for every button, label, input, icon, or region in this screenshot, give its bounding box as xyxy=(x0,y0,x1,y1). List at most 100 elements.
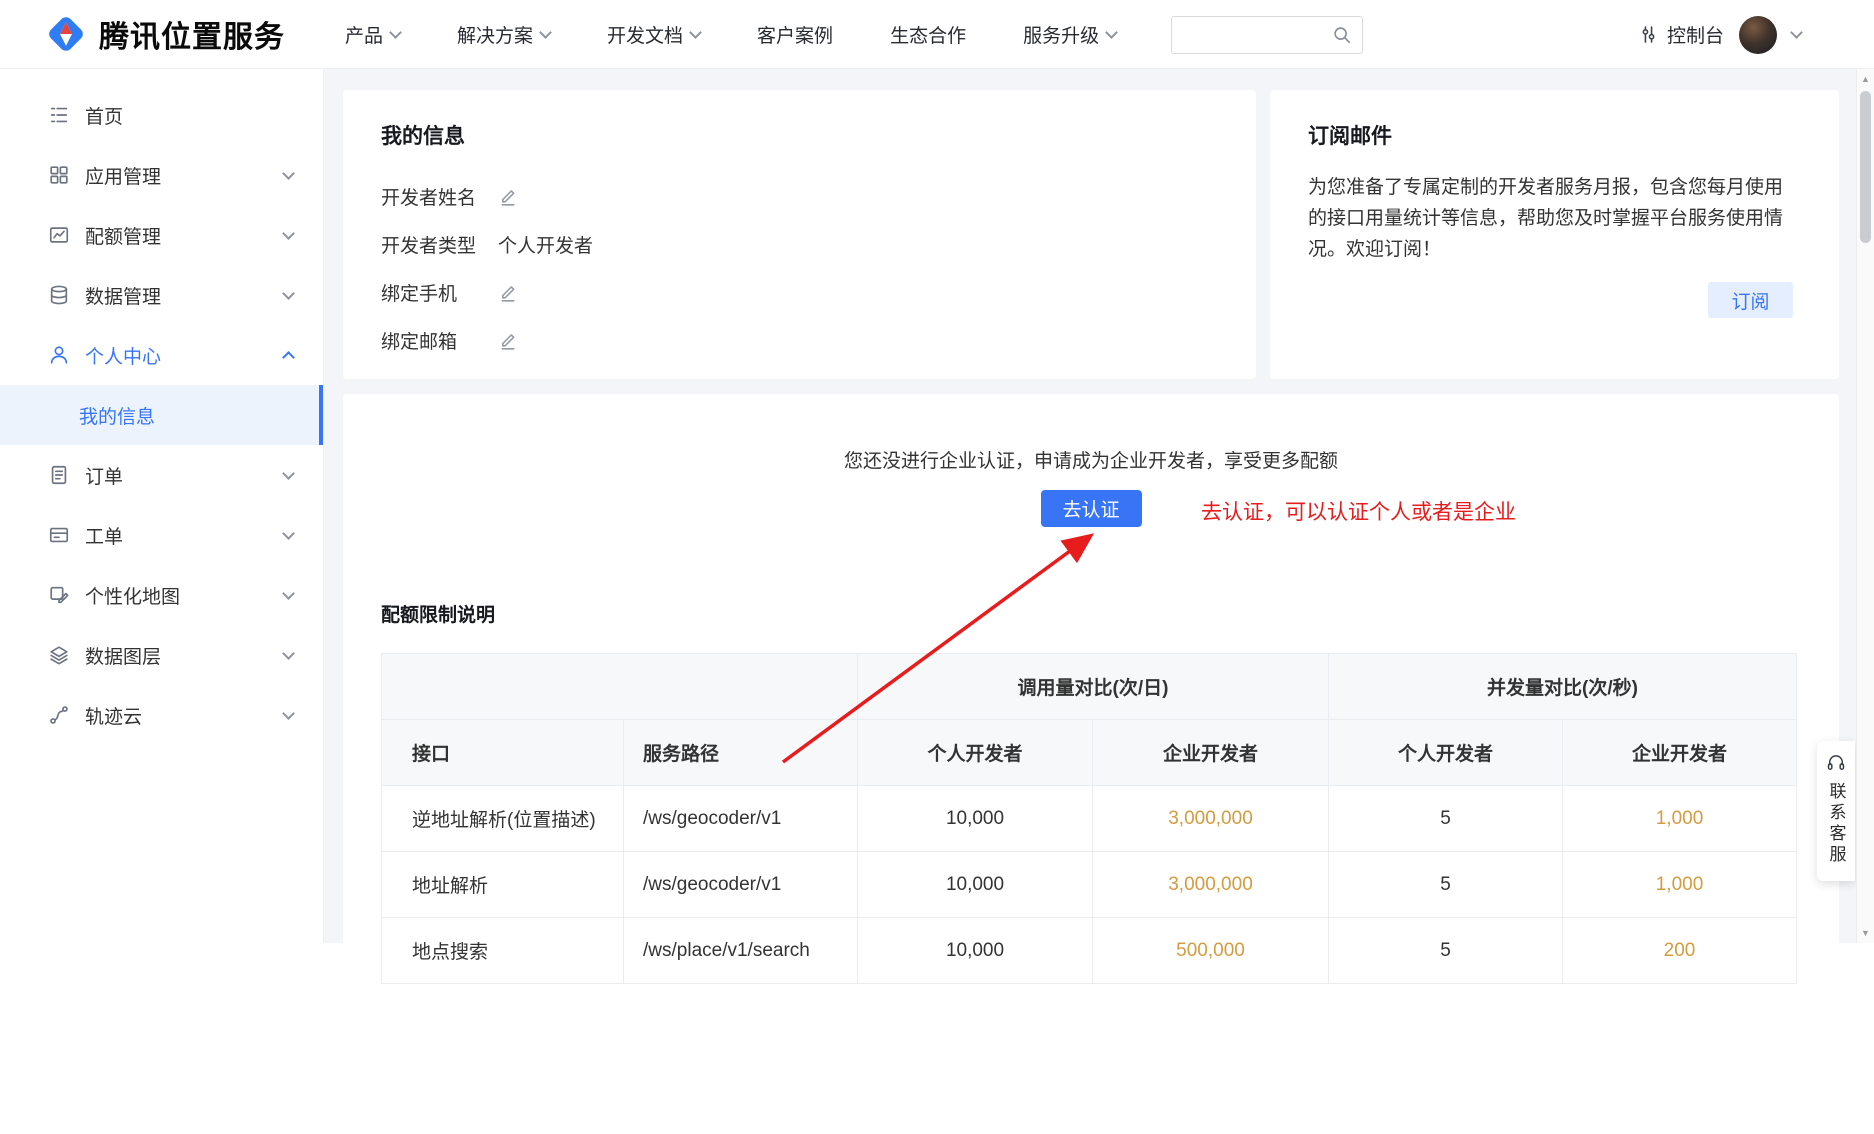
quota-col-header: 企业开发者 xyxy=(1093,720,1329,786)
nav-item-label: 产品 xyxy=(345,21,383,48)
chevron-down-icon xyxy=(282,527,295,540)
scrollbar[interactable]: ▲ ▼ xyxy=(1856,69,1874,943)
quota-row: 地点搜索 /ws/place/v1/search 10,000 500,000 … xyxy=(382,918,1797,984)
console-sliders-icon xyxy=(1638,24,1659,45)
nav-item-label: 生态合作 xyxy=(890,21,966,48)
quota-col-header: 接口 xyxy=(382,720,624,786)
certification-quota-card: 您还没进行企业认证，申请成为企业开发者，享受更多配额 去认证 去认证，可以认证个… xyxy=(343,394,1839,1134)
sidebar-item-data-management[interactable]: 数据管理 xyxy=(0,265,323,325)
console-label: 控制台 xyxy=(1667,21,1724,48)
sidebar-item-home[interactable]: 首页 xyxy=(0,85,323,145)
edit-pencil-icon[interactable] xyxy=(498,186,519,207)
sidebar-item-data-layers[interactable]: 数据图层 xyxy=(0,625,323,685)
quota-section-title: 配额限制说明 xyxy=(381,600,1839,627)
quota-cell-path: /ws/geocoder/v1 xyxy=(624,786,858,852)
quota-table: 调用量对比(次/日) 并发量对比(次/秒) 接口 服务路径 个人开发者 企业开发… xyxy=(381,653,1797,984)
quota-cell-personal-concurrency: 5 xyxy=(1329,918,1563,984)
chevron-down-icon xyxy=(282,167,295,180)
chevron-down-icon[interactable] xyxy=(1790,26,1803,39)
quota-row: 地址解析 /ws/geocoder/v1 10,000 3,000,000 5 … xyxy=(382,852,1797,918)
brand[interactable]: 腾讯位置服务 xyxy=(44,12,285,56)
chevron-down-icon xyxy=(282,707,295,720)
scrollbar-thumb[interactable] xyxy=(1860,91,1871,243)
quota-cell-path: /ws/place/v1/search xyxy=(624,918,858,984)
quota-chart-icon xyxy=(48,224,70,246)
certify-button-row: 去认证 xyxy=(343,490,1839,527)
sidebar: 首页 应用管理 配额管理 数据管理 个人中心 我的信息 订单 xyxy=(0,69,324,943)
subscribe-button[interactable]: 订阅 xyxy=(1708,282,1793,318)
quota-cell-personal-concurrency: 5 xyxy=(1329,786,1563,852)
home-list-icon xyxy=(48,104,70,126)
edit-pencil-icon[interactable] xyxy=(498,330,519,351)
quota-cell-api: 地址解析 xyxy=(382,852,624,918)
quota-group-header-row: 调用量对比(次/日) 并发量对比(次/秒) xyxy=(382,654,1797,720)
sidebar-item-work-orders[interactable]: 工单 xyxy=(0,505,323,565)
nav-item-label: 服务升级 xyxy=(1023,21,1099,48)
nav-item-label: 客户案例 xyxy=(757,21,833,48)
nav-item-service-upgrade[interactable]: 服务升级 xyxy=(1023,21,1116,48)
annotation-text: 去认证，可以认证个人或者是企业 xyxy=(1201,494,1516,531)
chevron-down-icon xyxy=(539,26,552,39)
field-developer-name: 开发者姓名 xyxy=(343,172,1256,220)
chevron-down-icon xyxy=(689,26,702,39)
search-icon[interactable] xyxy=(1331,24,1353,46)
subscribe-card-body: 为您准备了专属定制的开发者服务月报，包含您每月使用的接口用量统计等信息，帮助您及… xyxy=(1308,172,1801,265)
contact-service-widget[interactable]: 联系客服 xyxy=(1817,741,1855,881)
certification-prompt: 您还没进行企业认证，申请成为企业开发者，享受更多配额 xyxy=(343,394,1839,473)
scrollbar-down-arrow[interactable]: ▼ xyxy=(1857,928,1874,938)
database-icon xyxy=(48,284,70,306)
quota-cell-api: 地点搜索 xyxy=(382,918,624,984)
quota-corner-cell xyxy=(382,654,858,720)
sidebar-item-personal-center[interactable]: 个人中心 xyxy=(0,325,323,385)
quota-col-header: 个人开发者 xyxy=(858,720,1093,786)
work-order-icon xyxy=(48,524,70,546)
search-box[interactable] xyxy=(1171,16,1363,54)
apps-grid-icon xyxy=(48,164,70,186)
quota-group-daily: 调用量对比(次/日) xyxy=(858,654,1329,720)
nav-item-dev-docs[interactable]: 开发文档 xyxy=(607,21,700,48)
custom-map-icon xyxy=(48,584,70,606)
sidebar-item-quota-management[interactable]: 配额管理 xyxy=(0,205,323,265)
navbar-right-cluster: 控制台 xyxy=(1638,0,1801,69)
scrollbar-up-arrow[interactable]: ▲ xyxy=(1857,74,1874,84)
sidebar-item-orders[interactable]: 订单 xyxy=(0,445,323,505)
nav-item-products[interactable]: 产品 xyxy=(345,21,400,48)
track-route-icon xyxy=(48,704,70,726)
quota-col-header: 个人开发者 xyxy=(1329,720,1563,786)
avatar[interactable] xyxy=(1739,16,1777,54)
quota-cell-enterprise-concurrency: 1,000 xyxy=(1563,786,1797,852)
field-bound-phone: 绑定手机 xyxy=(343,268,1256,316)
chevron-down-icon xyxy=(389,26,402,39)
order-doc-icon xyxy=(48,464,70,486)
quota-cell-enterprise-concurrency: 200 xyxy=(1563,918,1797,984)
main-nav: 产品 解决方案 开发文档 客户案例 生态合作 服务升级 xyxy=(345,21,1116,48)
quota-cell-enterprise-concurrency: 1,000 xyxy=(1563,852,1797,918)
developer-type-value: 个人开发者 xyxy=(498,231,593,258)
nav-item-label: 解决方案 xyxy=(457,21,533,48)
nav-item-eco-cooperation[interactable]: 生态合作 xyxy=(890,21,966,48)
quota-col-header: 服务路径 xyxy=(624,720,858,786)
content-area: 我的信息 开发者姓名 开发者类型 个人开发者 绑定手机 绑定邮箱 xyxy=(324,69,1874,943)
console-link[interactable]: 控制台 xyxy=(1638,21,1724,48)
chevron-down-icon xyxy=(282,467,295,480)
nav-item-label: 开发文档 xyxy=(607,21,683,48)
sidebar-item-app-management[interactable]: 应用管理 xyxy=(0,145,323,205)
top-navbar: 腾讯位置服务 产品 解决方案 开发文档 客户案例 生态合作 服务升级 xyxy=(0,0,1874,69)
certify-button[interactable]: 去认证 xyxy=(1041,490,1142,527)
subscribe-card-title: 订阅邮件 xyxy=(1270,90,1839,150)
quota-cell-personal-daily: 10,000 xyxy=(858,918,1093,984)
quota-cell-personal-daily: 10,000 xyxy=(858,786,1093,852)
sidebar-subitem-my-info[interactable]: 我的信息 xyxy=(0,385,323,445)
search-input[interactable] xyxy=(1172,17,1331,53)
edit-pencil-icon[interactable] xyxy=(498,282,519,303)
nav-item-solutions[interactable]: 解决方案 xyxy=(457,21,550,48)
quota-group-concurrency: 并发量对比(次/秒) xyxy=(1329,654,1797,720)
field-developer-type: 开发者类型 个人开发者 xyxy=(343,220,1256,268)
chevron-down-icon xyxy=(282,227,295,240)
quota-cell-personal-daily: 10,000 xyxy=(858,852,1093,918)
nav-item-customer-cases[interactable]: 客户案例 xyxy=(757,21,833,48)
contact-service-label: 联系客服 xyxy=(1824,782,1849,866)
sidebar-item-custom-map[interactable]: 个性化地图 xyxy=(0,565,323,625)
quota-cell-enterprise-daily: 3,000,000 xyxy=(1093,786,1329,852)
sidebar-item-track-cloud[interactable]: 轨迹云 xyxy=(0,685,323,745)
